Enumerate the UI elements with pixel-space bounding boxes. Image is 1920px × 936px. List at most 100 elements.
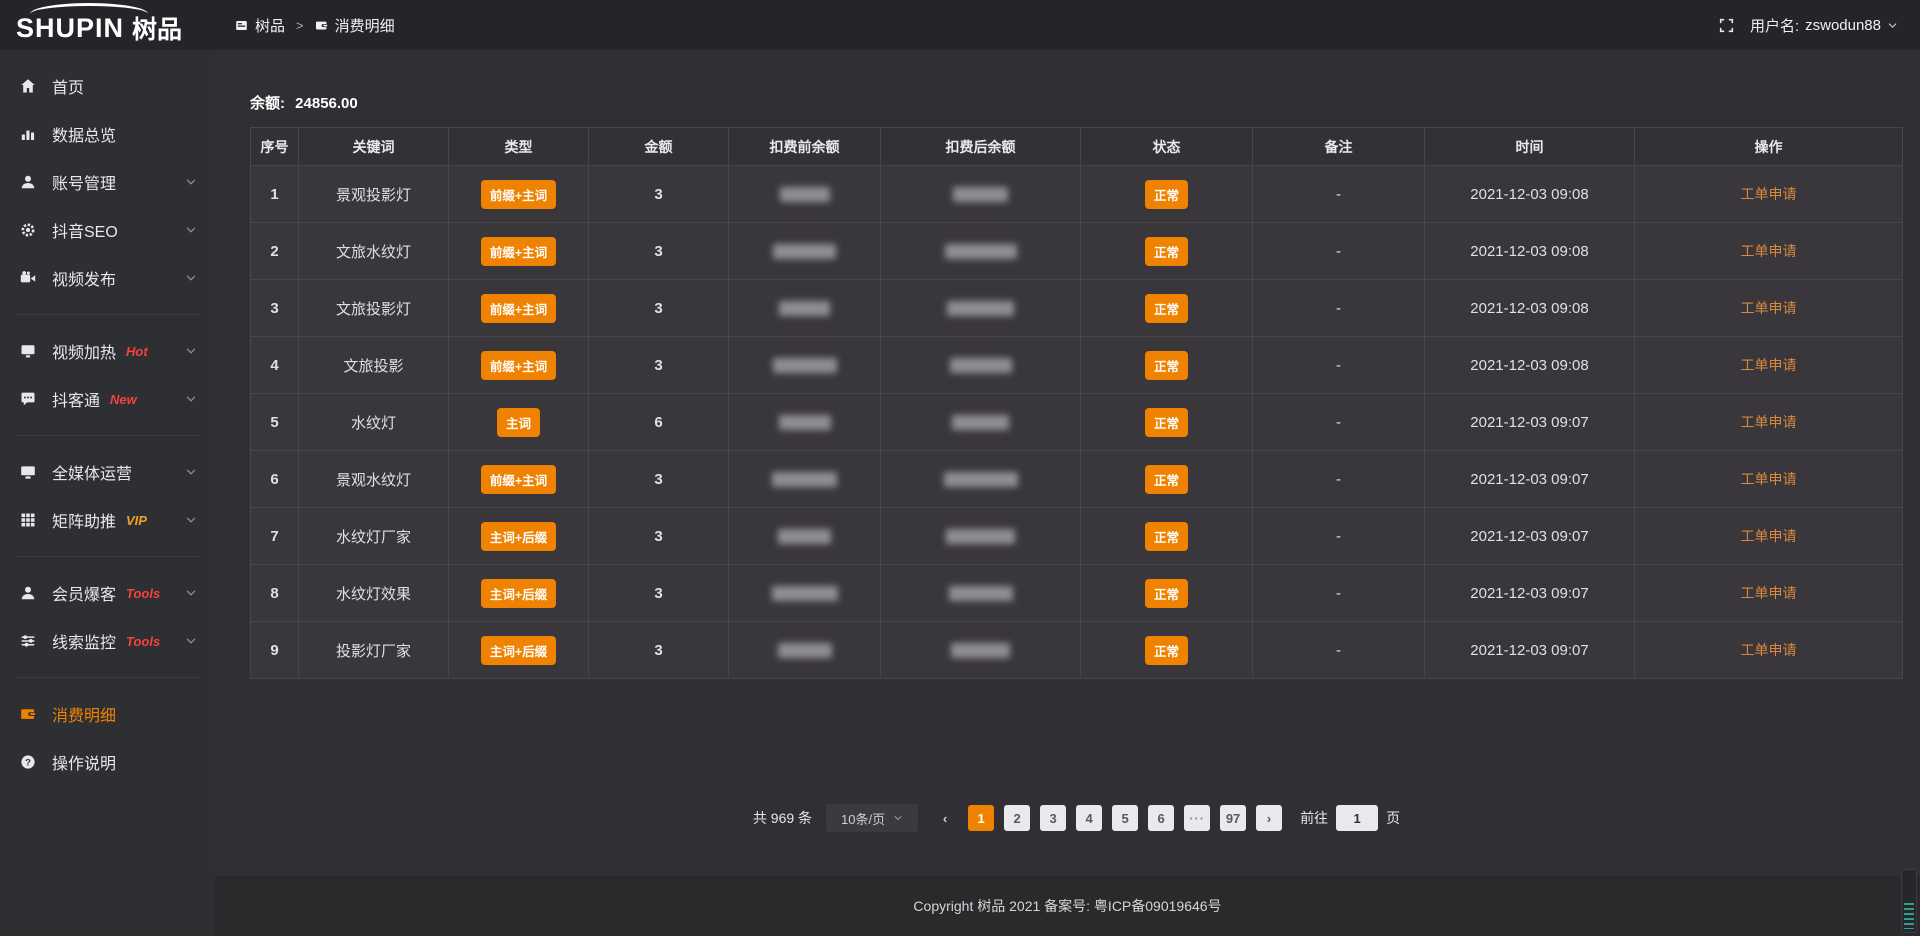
work-order-link[interactable]: 工单申请	[1741, 585, 1797, 601]
status-badge: 正常	[1145, 408, 1188, 437]
status-badge: 正常	[1145, 294, 1188, 323]
table-row: 6景观水纹灯前缀+主词3正常-2021-12-03 09:07工单申请	[251, 451, 1903, 508]
masked-value-blob	[951, 643, 1010, 658]
page-button-2[interactable]: 2	[1004, 805, 1030, 831]
sidebar-item-label: 抖客通	[52, 387, 100, 411]
sidebar-item-label: 线索监控	[52, 629, 116, 653]
balance-after-masked	[881, 280, 1081, 337]
sidebar-item-label: 会员爆客	[52, 581, 116, 605]
work-order-link[interactable]: 工单申请	[1741, 414, 1797, 430]
sidebar-item-label: 首页	[52, 74, 84, 98]
page-button-5[interactable]: 5	[1112, 805, 1138, 831]
masked-value-blob	[947, 301, 1014, 316]
remark-cell: -	[1253, 622, 1425, 679]
sidebar-item-douketong[interactable]: 抖客通New	[0, 375, 215, 423]
status-cell: 正常	[1081, 166, 1253, 223]
work-order-link[interactable]: 工单申请	[1741, 528, 1797, 544]
work-order-link[interactable]: 工单申请	[1741, 357, 1797, 373]
sidebar-badge-tools: Tools	[126, 586, 160, 601]
widget-stripes	[1904, 903, 1914, 929]
goto-page-input[interactable]	[1336, 805, 1378, 831]
floating-scroll-widget[interactable]	[1901, 869, 1917, 933]
page-size-select[interactable]: 10条/页	[826, 804, 918, 832]
page-button-4[interactable]: 4	[1076, 805, 1102, 831]
amount-cell: 6	[589, 394, 729, 451]
breadcrumb-item-consumption-details[interactable]: 消费明细	[315, 15, 395, 36]
sidebar-item-video-heating[interactable]: 视频加热Hot	[0, 327, 215, 375]
sidebar-item-home[interactable]: 首页	[0, 62, 215, 110]
page-button-97[interactable]: 97	[1220, 805, 1246, 831]
sidebar-item-douyin-seo[interactable]: 抖音SEO	[0, 206, 215, 254]
work-order-link[interactable]: 工单申请	[1741, 471, 1797, 487]
status-cell: 正常	[1081, 223, 1253, 280]
sidebar-item-all-media-operation[interactable]: 全媒体运营	[0, 448, 215, 496]
row-index-cell: 1	[251, 166, 299, 223]
logo-arc	[30, 3, 148, 14]
masked-value-blob	[944, 472, 1018, 487]
work-order-link[interactable]: 工单申请	[1741, 642, 1797, 658]
sidebar-item-consumption-details[interactable]: 消费明细	[0, 690, 215, 738]
user-icon	[18, 174, 38, 190]
row-index-cell: 7	[251, 508, 299, 565]
column-header: 关键词	[299, 128, 449, 166]
fullscreen-icon[interactable]	[1719, 18, 1734, 33]
time-cell: 2021-12-03 09:07	[1425, 394, 1635, 451]
sidebar-item-operation-guide[interactable]: ?操作说明	[0, 738, 215, 786]
page-button-3[interactable]: 3	[1040, 805, 1066, 831]
question-icon: ?	[18, 754, 38, 770]
sidebar-item-member-baoke[interactable]: 会员爆客 Tools	[0, 569, 215, 617]
page-button-1[interactable]: 1	[968, 805, 994, 831]
status-badge: 正常	[1145, 237, 1188, 266]
ellipsis-pages-button[interactable]: ···	[1184, 805, 1210, 831]
sidebar-item-data-overview[interactable]: 数据总览	[0, 110, 215, 158]
screen-icon	[18, 343, 38, 359]
column-header: 备注	[1253, 128, 1425, 166]
status-badge: 正常	[1145, 522, 1188, 551]
column-header: 状态	[1081, 128, 1253, 166]
panel-icon	[235, 19, 248, 32]
action-cell: 工单申请	[1635, 565, 1903, 622]
keyword-cell: 水纹灯效果	[299, 565, 449, 622]
goto-suffix: 页	[1386, 808, 1400, 828]
sidebar-item-matrix-boost[interactable]: 矩阵助推VIP	[0, 496, 215, 544]
page-button-6[interactable]: 6	[1148, 805, 1174, 831]
user-menu[interactable]: 用户名: zswodun88	[1750, 15, 1898, 36]
sidebar-item-video-publish[interactable]: 视频发布	[0, 254, 215, 302]
type-cell: 主词+后缀	[449, 565, 589, 622]
masked-value-blob	[778, 529, 831, 544]
balance-before-masked	[729, 508, 881, 565]
remark-cell: -	[1253, 223, 1425, 280]
masked-value-blob	[946, 529, 1015, 544]
type-cell: 前缀+主词	[449, 451, 589, 508]
logo-text-en: SHUPIN	[16, 13, 124, 44]
balance-after-masked	[881, 223, 1081, 280]
prev-page-button[interactable]: ‹	[932, 805, 958, 831]
gear-icon	[18, 222, 38, 238]
table-row: 4文旅投影前缀+主词3正常-2021-12-03 09:08工单申请	[251, 337, 1903, 394]
work-order-link[interactable]: 工单申请	[1741, 186, 1797, 202]
time-cell: 2021-12-03 09:07	[1425, 622, 1635, 679]
work-order-link[interactable]: 工单申请	[1741, 300, 1797, 316]
amount-cell: 3	[589, 280, 729, 337]
status-cell: 正常	[1081, 622, 1253, 679]
work-order-link[interactable]: 工单申请	[1741, 243, 1797, 259]
remark-cell: -	[1253, 565, 1425, 622]
sidebar-badge-vip: VIP	[126, 513, 147, 528]
chevron-down-icon	[185, 635, 197, 647]
sidebar-item-label: 抖音SEO	[52, 218, 118, 242]
breadcrumb: 树品 > 消费明细	[235, 15, 395, 36]
action-cell: 工单申请	[1635, 280, 1903, 337]
amount-cell: 3	[589, 451, 729, 508]
time-cell: 2021-12-03 09:08	[1425, 166, 1635, 223]
column-header: 时间	[1425, 128, 1635, 166]
balance-before-masked	[729, 394, 881, 451]
breadcrumb-item-shupin[interactable]: 树品	[235, 15, 285, 36]
sidebar-item-clue-monitor[interactable]: 线索监控Tools	[0, 617, 215, 665]
chat-icon	[18, 391, 38, 407]
sidebar-item-account-management[interactable]: 账号管理	[0, 158, 215, 206]
type-cell: 主词+后缀	[449, 508, 589, 565]
keyword-cell: 水纹灯	[299, 394, 449, 451]
next-page-button[interactable]: ›	[1256, 805, 1282, 831]
balance-before-masked	[729, 166, 881, 223]
table-row: 7水纹灯厂家主词+后缀3正常-2021-12-03 09:07工单申请	[251, 508, 1903, 565]
